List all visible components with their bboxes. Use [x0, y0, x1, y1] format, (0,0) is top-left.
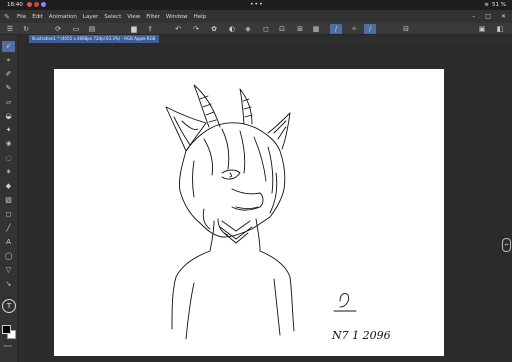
airbrush-icon[interactable]: ✦: [2, 125, 15, 136]
menu-view[interactable]: View: [124, 14, 143, 20]
fill-icon[interactable]: ◐: [226, 24, 238, 34]
redo-icon[interactable]: ↷: [190, 24, 202, 34]
edit-mode-icon[interactable]: ⊟: [400, 24, 412, 34]
transform-icon[interactable]: ◻: [260, 24, 272, 34]
line-icon[interactable]: ╱: [2, 223, 15, 234]
sketch-artwork: N7 1 2096: [165, 84, 391, 342]
eyedropper-icon[interactable]: ✐: [2, 69, 15, 80]
layer-icon[interactable]: ◈: [242, 24, 254, 34]
save-icon[interactable]: ▆: [128, 24, 140, 34]
system-status-bar: 18:40 ••• ≋ 51 %: [0, 0, 512, 10]
eraser-icon[interactable]: ▱: [2, 97, 15, 108]
arm-right: [273, 278, 281, 336]
menu-filter[interactable]: Filter: [143, 14, 163, 20]
tool-palette: ➶ ⌖ ✐ ✎ ▱ ◒ ✦ ❀ ◌ ✶ ◆ ▨ ◻ ╱ A ◯ ▽ ➘ T ≈≈…: [0, 35, 18, 362]
open-file-icon[interactable]: ▤: [86, 24, 98, 34]
right-ear-inner: [273, 120, 287, 140]
shoulder-left: [171, 250, 211, 330]
clear-icon[interactable]: ⊡: [276, 24, 288, 34]
pen-icon[interactable]: ✎: [2, 83, 15, 94]
right-ear: [267, 112, 291, 150]
figure-icon[interactable]: ◻: [2, 209, 15, 220]
cheek-fur: [202, 208, 229, 236]
document-tab[interactable]: Illustration1 * (4055 x 4068px 72dpi 63.…: [29, 35, 159, 43]
snap-icon[interactable]: ✧: [348, 24, 360, 34]
fill-bucket-icon[interactable]: ◆: [2, 181, 15, 192]
undo-badge[interactable]: T: [2, 299, 16, 313]
menu-edit[interactable]: Edit: [29, 14, 46, 20]
undo-icon[interactable]: ↶: [172, 24, 184, 34]
signature-mark: [333, 292, 357, 312]
refresh-icon[interactable]: ↻: [20, 24, 32, 34]
notification-icon: [34, 2, 39, 7]
menu-icon[interactable]: ☰: [4, 24, 16, 34]
settings-icon[interactable]: ◧: [494, 24, 506, 34]
text-icon[interactable]: A: [2, 237, 15, 248]
clock-text: 18:40: [7, 2, 23, 8]
notification-icons: [27, 2, 46, 7]
balloon-icon[interactable]: ◯: [2, 251, 15, 262]
battery-text: 51 %: [492, 2, 506, 8]
grid-icon[interactable]: ▣: [476, 24, 488, 34]
magic-wand-icon[interactable]: ✶: [2, 167, 15, 178]
blend-icon[interactable]: ◒: [2, 111, 15, 122]
eye-pupil: [229, 172, 232, 178]
menu-window[interactable]: Window: [163, 14, 191, 20]
menu-file[interactable]: File: [14, 14, 29, 20]
hair-strands: [192, 128, 278, 214]
shoulder-right: [259, 250, 295, 332]
lasso-icon[interactable]: ◌: [2, 153, 15, 164]
gradient-icon[interactable]: ▨: [2, 195, 15, 206]
select-icon[interactable]: ⌖: [2, 55, 15, 66]
export-icon[interactable]: ⇪: [144, 24, 156, 34]
decoration-icon[interactable]: ❀: [2, 139, 15, 150]
menu-layer[interactable]: Layer: [80, 14, 101, 20]
menu-help[interactable]: Help: [191, 14, 210, 20]
minimize-icon[interactable]: –: [472, 13, 475, 20]
transparent-color-icon[interactable]: ≈≈≈: [3, 343, 15, 348]
right-horn: [239, 88, 253, 125]
notification-icon: [41, 2, 46, 7]
collar: [219, 220, 253, 244]
head-hair: [179, 122, 286, 238]
move-icon[interactable]: ➶: [2, 41, 15, 52]
maximize-icon[interactable]: □: [485, 13, 491, 20]
window-controls: – □ ✕: [472, 13, 506, 20]
close-icon[interactable]: ✕: [501, 13, 506, 20]
brush-settings-icon[interactable]: ⟳: [52, 24, 64, 34]
foreground-color-swatch[interactable]: [2, 325, 11, 334]
new-file-icon[interactable]: ▭: [70, 24, 82, 34]
multitask-dots-icon[interactable]: •••: [250, 0, 264, 10]
signature-date: N7 1 2096: [331, 329, 391, 342]
wifi-icon: ≋: [484, 2, 490, 8]
left-ear: [165, 106, 207, 152]
app-logo-icon[interactable]: ✎: [0, 13, 14, 21]
right-panel-strip: ⇔: [502, 43, 512, 362]
ruler-icon[interactable]: ⊞: [294, 24, 306, 34]
active-pen-icon[interactable]: ∕: [364, 24, 376, 34]
selection-icon[interactable]: ▦: [310, 24, 322, 34]
menu-animation[interactable]: Animation: [46, 14, 80, 20]
pen-pressure-icon[interactable]: ∕: [330, 24, 342, 34]
panel-toggle-icon[interactable]: ⇔: [502, 238, 511, 252]
command-bar: ☰ ↻ ⟳ ▭ ▤ ▆ ⇪ ↶ ↷ ✿ ◐ ◈ ◻ ⊡ ⊞ ▦ ∕ ✧ ∕ ⊟ …: [0, 23, 512, 35]
menu-select[interactable]: Select: [101, 14, 124, 20]
document-tab-bar: Illustration1 * (4055 x 4068px 72dpi 63.…: [27, 35, 512, 43]
drawing-canvas[interactable]: N7 1 2096: [54, 69, 444, 356]
status-right-group: ≋ 51 %: [484, 0, 506, 10]
correct-line-icon[interactable]: ➘: [2, 279, 15, 290]
mouth: [235, 206, 259, 209]
frame-icon[interactable]: ▽: [2, 265, 15, 276]
gear-icon[interactable]: ✿: [208, 24, 220, 34]
arm-left: [185, 282, 195, 340]
notification-icon: [27, 2, 32, 7]
menu-bar: ✎ File Edit Animation Layer Select View …: [0, 10, 512, 23]
